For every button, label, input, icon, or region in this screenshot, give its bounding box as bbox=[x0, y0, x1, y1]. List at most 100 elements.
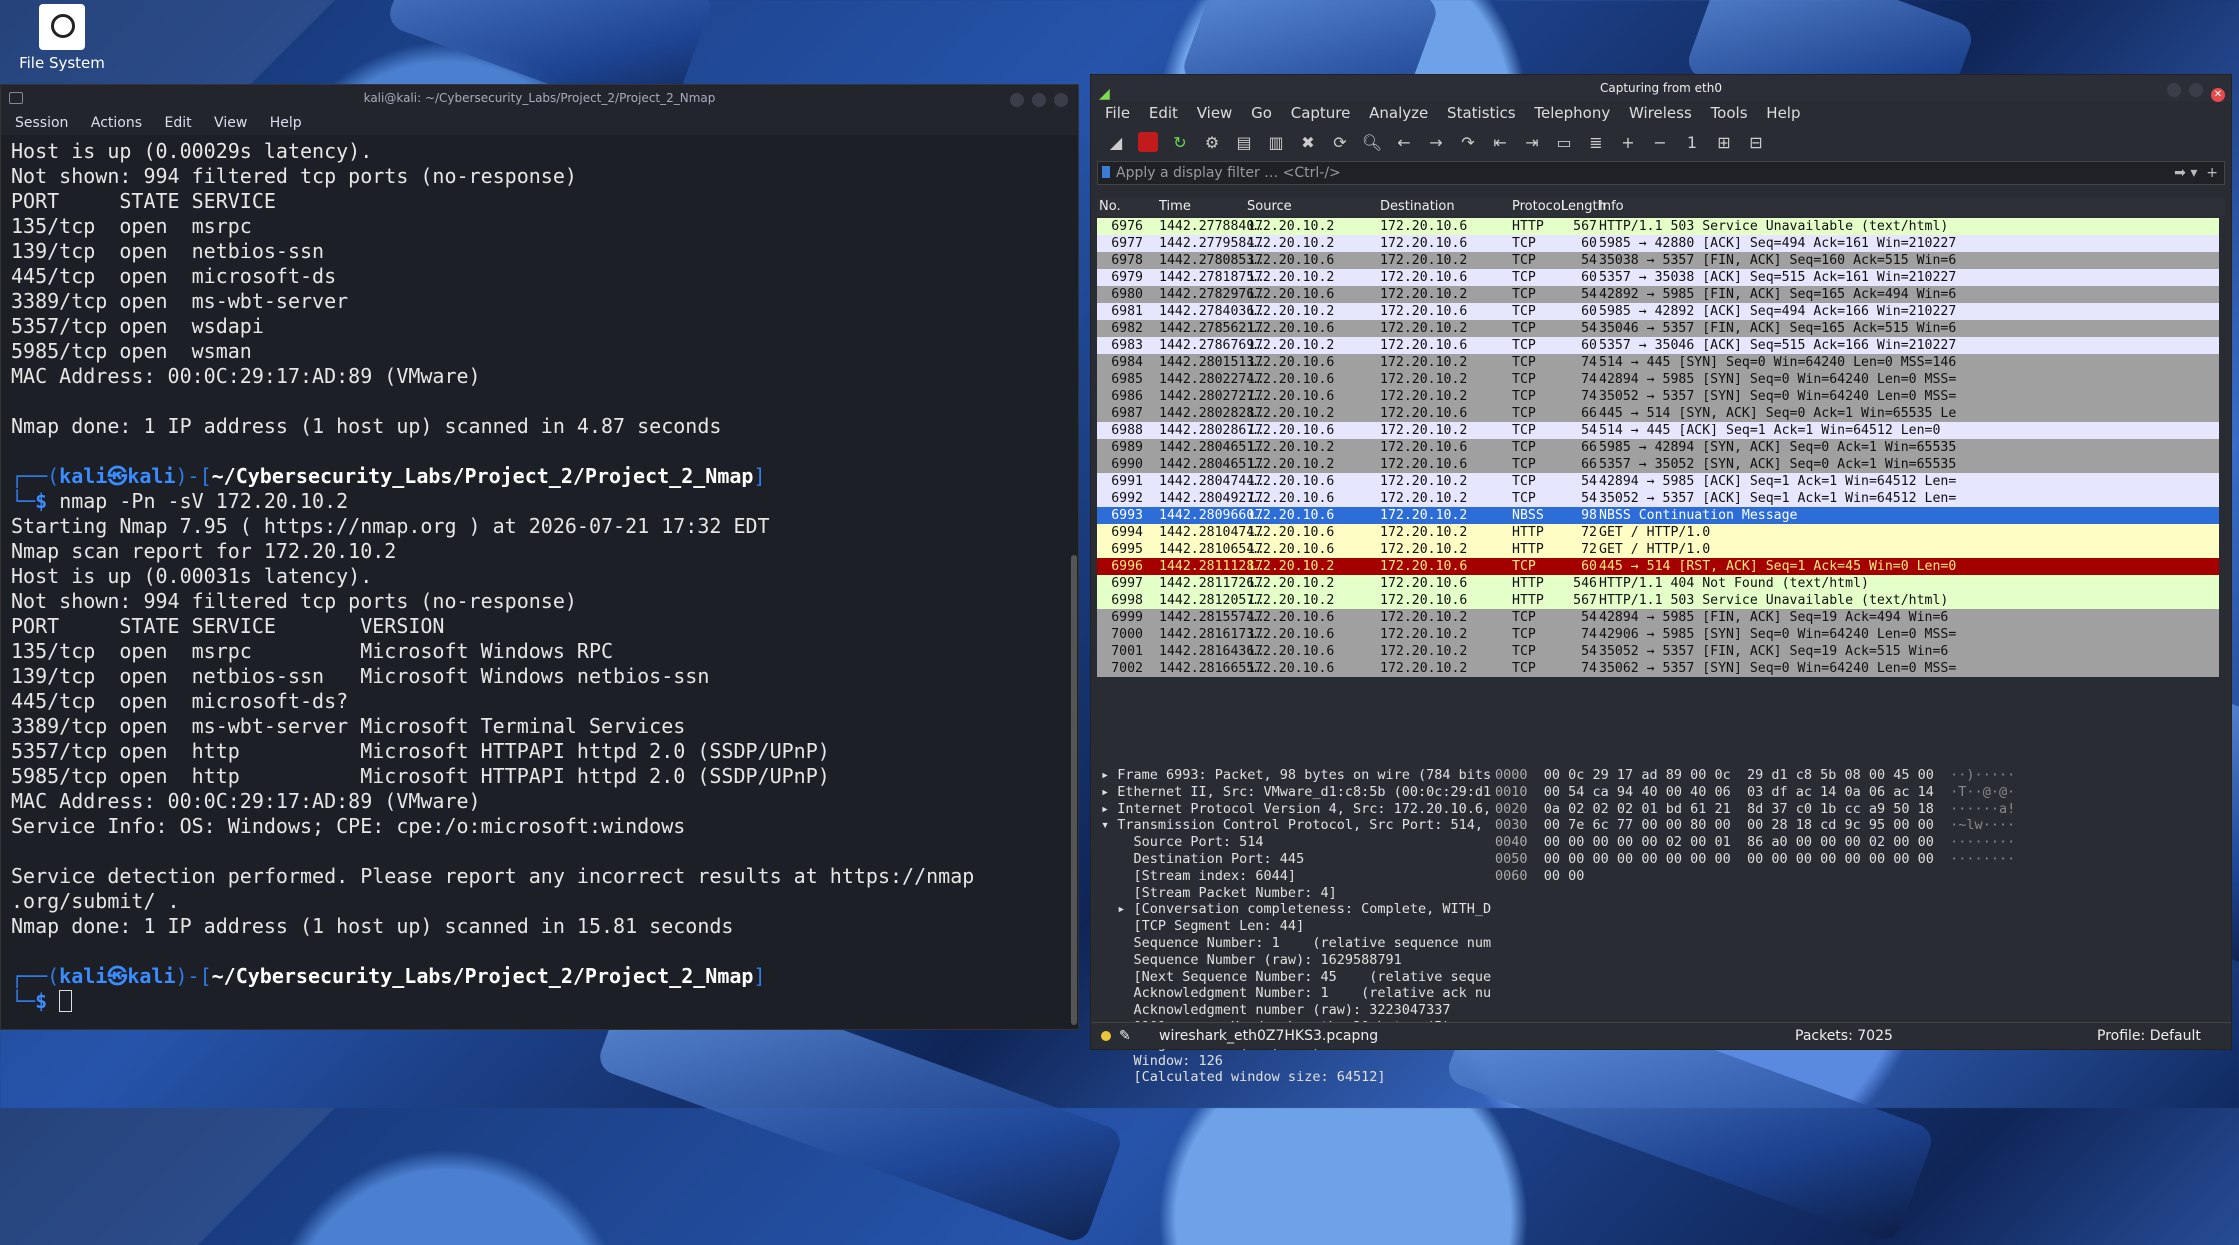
open-file-icon[interactable]: ▤ bbox=[1231, 129, 1257, 155]
capture-options-icon[interactable]: ⚙ bbox=[1199, 129, 1225, 155]
menu-wireless[interactable]: Wireless bbox=[1629, 104, 1692, 122]
menu-go[interactable]: Go bbox=[1251, 104, 1272, 122]
packet-row[interactable]: 6978 1442.2780853… 172.20.10.6 172.20.10.2 T… bbox=[1097, 252, 2219, 269]
packet-row[interactable]: 6989 1442.2804651… 172.20.10.2 172.20.10.6 T… bbox=[1097, 439, 2219, 456]
save-file-icon[interactable]: ▥ bbox=[1263, 129, 1289, 155]
find-icon[interactable]: 🔍︎ bbox=[1359, 129, 1385, 155]
packet-row[interactable]: 7000 1442.2816173… 172.20.10.6 172.20.10.2 T… bbox=[1097, 626, 2219, 643]
menu-analyze[interactable]: Analyze bbox=[1369, 104, 1428, 122]
packet-row[interactable]: 6990 1442.2804651… 172.20.10.2 172.20.10.6 T… bbox=[1097, 456, 2219, 473]
col-time[interactable]: Time bbox=[1159, 198, 1191, 216]
detail-tree-item: Acknowledgment Number: 1 (relative ack n… bbox=[1101, 985, 1492, 1002]
restart-capture-icon[interactable]: ↻ bbox=[1167, 129, 1193, 155]
start-capture-icon[interactable]: ◢ bbox=[1103, 129, 1129, 155]
menu-session[interactable]: Session bbox=[15, 115, 68, 131]
hex-bytes: 00 7e 6c 77 00 00 80 00 00 28 18 cd 9c 9… bbox=[1543, 817, 1934, 834]
maximize-button[interactable] bbox=[1032, 93, 1046, 107]
input-line[interactable]: └─$ bbox=[11, 989, 1056, 1014]
col-source[interactable]: Source bbox=[1247, 198, 1292, 216]
display-filter-input[interactable]: Apply a display filter … <Ctrl-/> ➡ ▾ + bbox=[1097, 161, 2225, 185]
profile-label[interactable]: Profile: Default bbox=[2097, 1023, 2201, 1049]
menu-help[interactable]: Help bbox=[270, 115, 302, 131]
resize-columns-icon[interactable]: ⊞ bbox=[1711, 129, 1737, 155]
packet-row[interactable]: 6992 1442.2804927… 172.20.10.6 172.20.10.2 T… bbox=[1097, 490, 2219, 507]
detail-tree-item: ▸ [Conversation completeness: Complete, … bbox=[1117, 901, 1491, 918]
packet-no: 7001 bbox=[1111, 644, 1143, 659]
packet-row[interactable]: 6976 1442.2778840… 172.20.10.2 172.20.10.6 H… bbox=[1097, 218, 2219, 235]
menu-edit[interactable]: Edit bbox=[1149, 104, 1178, 122]
wireshark-titlebar[interactable]: ◢ Capturing from eth0 ✕ bbox=[1091, 75, 2231, 102]
packet-no: 6981 bbox=[1111, 304, 1143, 319]
packet-row[interactable]: 6997 1442.2811726… 172.20.10.2 172.20.10.6 H… bbox=[1097, 575, 2219, 592]
packet-row[interactable]: 7002 1442.2816655… 172.20.10.6 172.20.10.2 T… bbox=[1097, 660, 2219, 677]
menu-edit[interactable]: Edit bbox=[164, 115, 191, 131]
stop-capture-icon[interactable] bbox=[1138, 132, 1158, 152]
command-line: └─$ nmap -Pn -sV 172.20.10.2 bbox=[11, 489, 349, 513]
packet-row[interactable]: 6993 1442.2809660… 172.20.10.6 172.20.10.2 N… bbox=[1097, 507, 2219, 524]
packet-row[interactable]: 6981 1442.2784036… 172.20.10.2 172.20.10.6 T… bbox=[1097, 303, 2219, 320]
close-button[interactable] bbox=[1054, 93, 1068, 107]
autoscroll-icon[interactable]: ▭ bbox=[1551, 129, 1577, 155]
packet-row[interactable]: 6984 1442.2801513… 172.20.10.6 172.20.10.2 T… bbox=[1097, 354, 2219, 371]
wireshark-window[interactable]: ◢ Capturing from eth0 ✕ File Edit View G… bbox=[1090, 74, 2232, 1085]
capture-status-icon[interactable] bbox=[1101, 1031, 1111, 1041]
packet-list[interactable]: 6976 1442.2778840… 172.20.10.2 172.20.10.6 H… bbox=[1097, 218, 2219, 758]
packet-row[interactable]: 6982 1442.2785621… 172.20.10.6 172.20.10.2 T… bbox=[1097, 320, 2219, 337]
packet-row[interactable]: 6983 1442.2786769… 172.20.10.2 172.20.10.6 T… bbox=[1097, 337, 2219, 354]
packet-no: 6990 bbox=[1111, 457, 1143, 472]
col-no[interactable]: No. bbox=[1099, 198, 1121, 216]
menu-telephony[interactable]: Telephony bbox=[1534, 104, 1610, 122]
menu-view[interactable]: View bbox=[214, 115, 247, 131]
menu-actions[interactable]: Actions bbox=[91, 115, 142, 131]
packet-src: 172.20.10.2 bbox=[1247, 270, 1335, 285]
packet-len: 54 bbox=[1581, 287, 1597, 302]
packet-row[interactable]: 7001 1442.2816436… 172.20.10.6 172.20.10.2 T… bbox=[1097, 643, 2219, 660]
edit-comment-icon[interactable]: ✎ bbox=[1119, 1023, 1131, 1049]
go-forward-icon[interactable]: → bbox=[1423, 129, 1449, 155]
packet-row[interactable]: 6987 1442.2802828… 172.20.10.2 172.20.10.6 T… bbox=[1097, 405, 2219, 422]
menu-view[interactable]: View bbox=[1197, 104, 1233, 122]
last-packet-icon[interactable]: ⇥ bbox=[1519, 129, 1545, 155]
zoom-in-icon[interactable]: + bbox=[1615, 129, 1641, 155]
terminal-scrollbar[interactable] bbox=[1070, 135, 1078, 1029]
packet-row[interactable]: 6985 1442.2802274… 172.20.10.6 172.20.10.2 T… bbox=[1097, 371, 2219, 388]
menu-statistics[interactable]: Statistics bbox=[1447, 104, 1516, 122]
minimize-button[interactable] bbox=[1010, 93, 1024, 107]
terminal-titlebar[interactable]: kali@kali: ~/Cybersecurity_Labs/Project_… bbox=[1, 85, 1078, 111]
desktop-icon-file-system[interactable]: File System bbox=[12, 4, 112, 72]
packet-row[interactable]: 6977 1442.2779584… 172.20.10.2 172.20.10.6 T… bbox=[1097, 235, 2219, 252]
packet-row[interactable]: 6994 1442.2810474… 172.20.10.6 172.20.10.2 H… bbox=[1097, 524, 2219, 541]
col-destination[interactable]: Destination bbox=[1380, 198, 1455, 216]
packet-row[interactable]: 6988 1442.2802867… 172.20.10.6 172.20.10.2 T… bbox=[1097, 422, 2219, 439]
packet-row[interactable]: 6999 1442.2815574… 172.20.10.6 172.20.10.2 T… bbox=[1097, 609, 2219, 626]
menu-help[interactable]: Help bbox=[1766, 104, 1800, 122]
packet-row[interactable]: 6979 1442.2781875… 172.20.10.2 172.20.10.6 T… bbox=[1097, 269, 2219, 286]
packet-no: 6991 bbox=[1111, 474, 1143, 489]
zoom-out-icon[interactable]: − bbox=[1647, 129, 1673, 155]
close-file-icon[interactable]: ✖ bbox=[1295, 129, 1321, 155]
packet-row[interactable]: 6998 1442.2812057… 172.20.10.2 172.20.10.6 H… bbox=[1097, 592, 2219, 609]
packet-row[interactable]: 6991 1442.2804744… 172.20.10.6 172.20.10.2 T… bbox=[1097, 473, 2219, 490]
layout-icon[interactable]: ⊟ bbox=[1743, 129, 1769, 155]
go-to-packet-icon[interactable]: ↷ bbox=[1455, 129, 1481, 155]
minimize-button[interactable] bbox=[2167, 83, 2181, 97]
packet-row[interactable]: 6995 1442.2810654… 172.20.10.6 172.20.10.2 H… bbox=[1097, 541, 2219, 558]
close-button[interactable]: ✕ bbox=[2211, 88, 2225, 102]
menu-capture[interactable]: Capture bbox=[1291, 104, 1351, 122]
first-packet-icon[interactable]: ⇤ bbox=[1487, 129, 1513, 155]
packet-row[interactable]: 6980 1442.2782976… 172.20.10.6 172.20.10.2 T… bbox=[1097, 286, 2219, 303]
go-back-icon[interactable]: ← bbox=[1391, 129, 1417, 155]
packet-row[interactable]: 6986 1442.2802727… 172.20.10.6 172.20.10.2 T… bbox=[1097, 388, 2219, 405]
packet-row[interactable]: 6996 1442.2811128… 172.20.10.2 172.20.10.6 T… bbox=[1097, 558, 2219, 575]
col-info[interactable]: Info bbox=[1599, 198, 1624, 216]
reload-icon[interactable]: ⟳ bbox=[1327, 129, 1353, 155]
apply-filter-icon[interactable]: ➡ ▾ + bbox=[2174, 162, 2218, 184]
maximize-button[interactable] bbox=[2189, 83, 2203, 97]
bookmark-icon[interactable] bbox=[1102, 166, 1110, 178]
col-protocol[interactable]: Protocol bbox=[1512, 198, 1564, 216]
normal-size-icon[interactable]: 1 bbox=[1679, 129, 1705, 155]
colorize-icon[interactable]: ≣ bbox=[1583, 129, 1609, 155]
terminal-window[interactable]: kali@kali: ~/Cybersecurity_Labs/Project_… bbox=[0, 84, 1079, 1030]
menu-tools[interactable]: Tools bbox=[1711, 104, 1748, 122]
terminal-output[interactable]: Host is up (0.00029s latency). Not shown:… bbox=[1, 135, 1066, 1029]
